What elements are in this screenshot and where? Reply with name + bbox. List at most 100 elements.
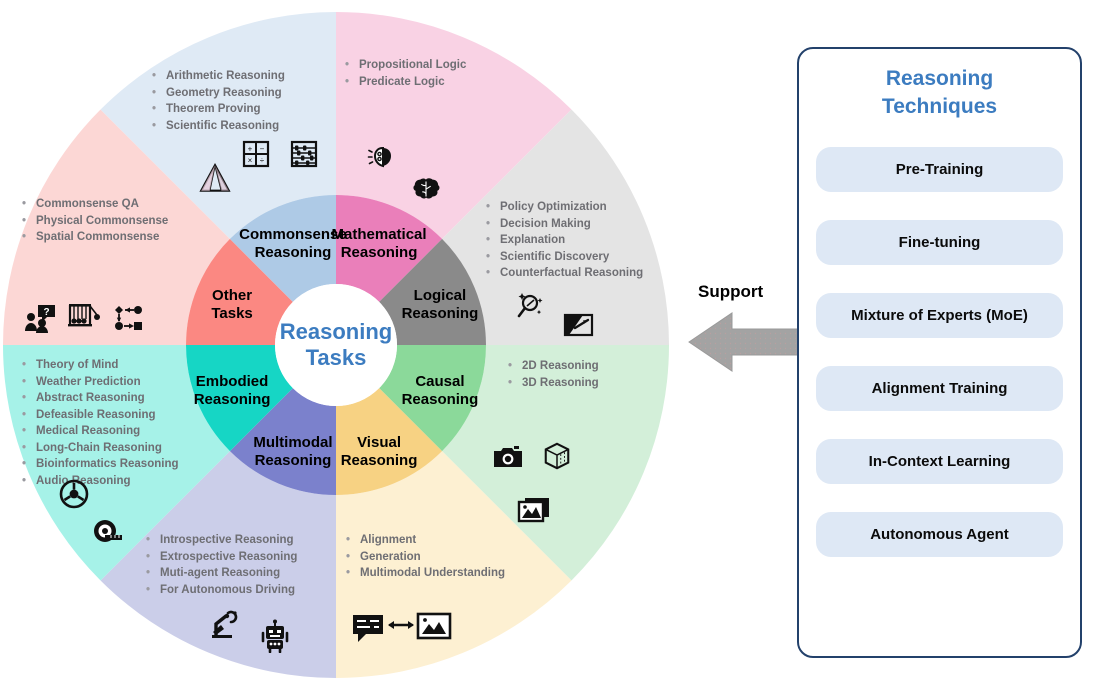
bullet-label: Counterfactual Reasoning [500, 267, 644, 279]
svg-text:−: − [260, 145, 265, 154]
bullets-commonsense-reasoning: • Commonsense QA • Physical Commonsense • Spa… [22, 196, 168, 246]
bullet-dot-icon: • [152, 119, 157, 132]
bullet-label: Geometry Reasoning [166, 86, 282, 99]
bullet-dot-icon: • [346, 550, 351, 563]
brain-icon [411, 174, 441, 208]
bullet-item: • Explanation [486, 232, 643, 249]
bullet-label: Bioinformatics Reasoning [36, 458, 179, 470]
sector-label-line2: Reasoning [255, 452, 332, 469]
sector-label-line1: Visual [357, 434, 401, 451]
bullet-item: • Predicate Logic [345, 74, 466, 91]
bullet-label: Multimodal Understanding [360, 567, 506, 579]
technique-item-pre-training[interactable]: Pre-Training [816, 147, 1063, 192]
bullet-label: Medical Reasoning [36, 425, 141, 437]
bullet-dot-icon: • [146, 567, 151, 579]
reasoning-taxonomy-diagram: Reasoning Tasks Mathematical Reasoning Log… [0, 0, 1097, 691]
camera-icon [492, 444, 524, 474]
bullet-dot-icon: • [346, 567, 351, 579]
bullet-dot-icon: • [345, 59, 350, 71]
sector-label-line1: Logical [414, 287, 467, 304]
sector-label-line2: Reasoning [255, 244, 332, 261]
flow-nodes-icon [112, 302, 146, 336]
techniques-list: Pre-Training Fine-tuning Mixture of Expert… [799, 147, 1080, 557]
bullet-dot-icon: • [22, 359, 27, 371]
bullet-label: Arithmetic Reasoning [166, 70, 285, 82]
support-label: Support [698, 282, 764, 301]
bullet-item: • Theory of Mind [22, 357, 179, 374]
bullets-visual-reasoning: • 2D Reasoning • 3D Reasoning [508, 358, 599, 391]
bullet-label: Theory of Mind [36, 359, 119, 371]
svg-text:+: + [248, 145, 253, 154]
bullet-item: • Scientific Discovery [486, 249, 643, 266]
bullet-item: • Introspective Reasoning [146, 532, 297, 549]
bullet-item: • Long-Chain Reasoning [22, 440, 179, 457]
technique-item-fine-tuning[interactable]: Fine-tuning [816, 220, 1063, 265]
svg-text:?: ? [43, 307, 49, 318]
bullet-label: 3D Reasoning [522, 376, 599, 389]
bullet-item: • For Autonomous Driving [146, 582, 297, 599]
bullet-dot-icon: • [486, 217, 491, 230]
bullet-item: • Audio Reasoning [22, 473, 179, 490]
bullet-label: 2D Reasoning [522, 360, 599, 372]
technique-label: Alignment Training [871, 380, 1008, 397]
bullets-mathematical-reasoning: • Arithmetic Reasoning • Geometry Reasoning… [152, 68, 285, 134]
bullet-label: Alignment [360, 534, 417, 546]
technique-label: Fine-tuning [898, 234, 981, 251]
magnifier-sparkle-icon [515, 290, 547, 326]
techniques-panel-title: Reasoning Techniques [799, 65, 1080, 121]
tape-measure-icon [92, 516, 128, 550]
bullets-causal-reasoning: • Policy Optimization • Decision Making • Exp… [486, 199, 643, 282]
bullet-dot-icon: • [22, 474, 27, 487]
bullet-item: • Commonsense QA [22, 196, 168, 213]
bullet-dot-icon: • [22, 375, 27, 388]
svg-text:÷: ÷ [260, 156, 265, 165]
bullet-dot-icon: • [152, 86, 157, 99]
bullet-label: Defeasible Reasoning [36, 408, 156, 421]
bullet-label: For Autonomous Driving [160, 583, 296, 596]
bullet-label: Introspective Reasoning [160, 534, 294, 546]
bullet-dot-icon: • [22, 425, 27, 437]
bullet-label: Weather Prediction [36, 375, 141, 388]
sector-label-line1: Multimodal [253, 434, 332, 451]
technique-item-mixture-of-experts-moe[interactable]: Mixture of Experts (MoE) [816, 293, 1063, 338]
sector-label-line2: Tasks [211, 305, 252, 322]
left-arrow-icon [688, 312, 803, 372]
bullet-item: • Propositional Logic [345, 57, 466, 74]
bullet-item: • Physical Commonsense [22, 213, 168, 230]
bullet-item: • Bioinformatics Reasoning [22, 456, 179, 473]
images-icon [517, 496, 551, 530]
sector-label-line2: Reasoning [402, 305, 479, 322]
bullet-label: Explanation [500, 234, 566, 246]
bullet-dot-icon: • [486, 234, 491, 246]
bullet-item: • Alignment [346, 532, 505, 549]
bullet-dot-icon: • [345, 75, 350, 88]
bullet-dot-icon: • [508, 360, 513, 372]
bullet-item: • Defeasible Reasoning [22, 407, 179, 424]
technique-item-autonomous-agent[interactable]: Autonomous Agent [816, 512, 1063, 557]
bullets-logical-reasoning: • Propositional Logic • Predicate Logic [345, 57, 466, 90]
svg-text:×: × [248, 156, 253, 165]
bullet-label: Decision Making [500, 217, 591, 230]
people-question-icon: ? [24, 304, 58, 338]
bullet-dot-icon: • [22, 198, 27, 210]
techniques-title-line2: Techniques [881, 95, 998, 118]
technique-label: Autonomous Agent [870, 526, 1009, 543]
bullet-label: Extrospective Reasoning [160, 550, 298, 563]
bullet-dot-icon: • [146, 550, 151, 563]
bullet-item: • Policy Optimization [486, 199, 643, 216]
bullet-item: • Muti-agent Reasoning [146, 565, 297, 582]
robot-icon [259, 619, 291, 657]
bullet-item: • Abstract Reasoning [22, 390, 179, 407]
bullet-label: Physical Commonsense [36, 214, 169, 227]
wheel-svg: Reasoning Tasks MathematicalReasoningLog… [3, 12, 669, 678]
technique-item-alignment-training[interactable]: Alignment Training [816, 366, 1063, 411]
sector-label-line1: Embodied [196, 373, 269, 390]
bullet-item: • Counterfactual Reasoning [486, 265, 643, 282]
technique-item-in-context-learning[interactable]: In-Context Learning [816, 439, 1063, 484]
bullet-item: • 3D Reasoning [508, 375, 599, 392]
bullet-item: • 2D Reasoning [508, 358, 599, 375]
bullet-label: Commonsense QA [36, 198, 139, 210]
bullet-item: • Geometry Reasoning [152, 85, 285, 102]
bullet-dot-icon: • [22, 458, 27, 470]
bullets-embodied-reasoning: • Introspective Reasoning • Extrospective R… [146, 532, 297, 598]
